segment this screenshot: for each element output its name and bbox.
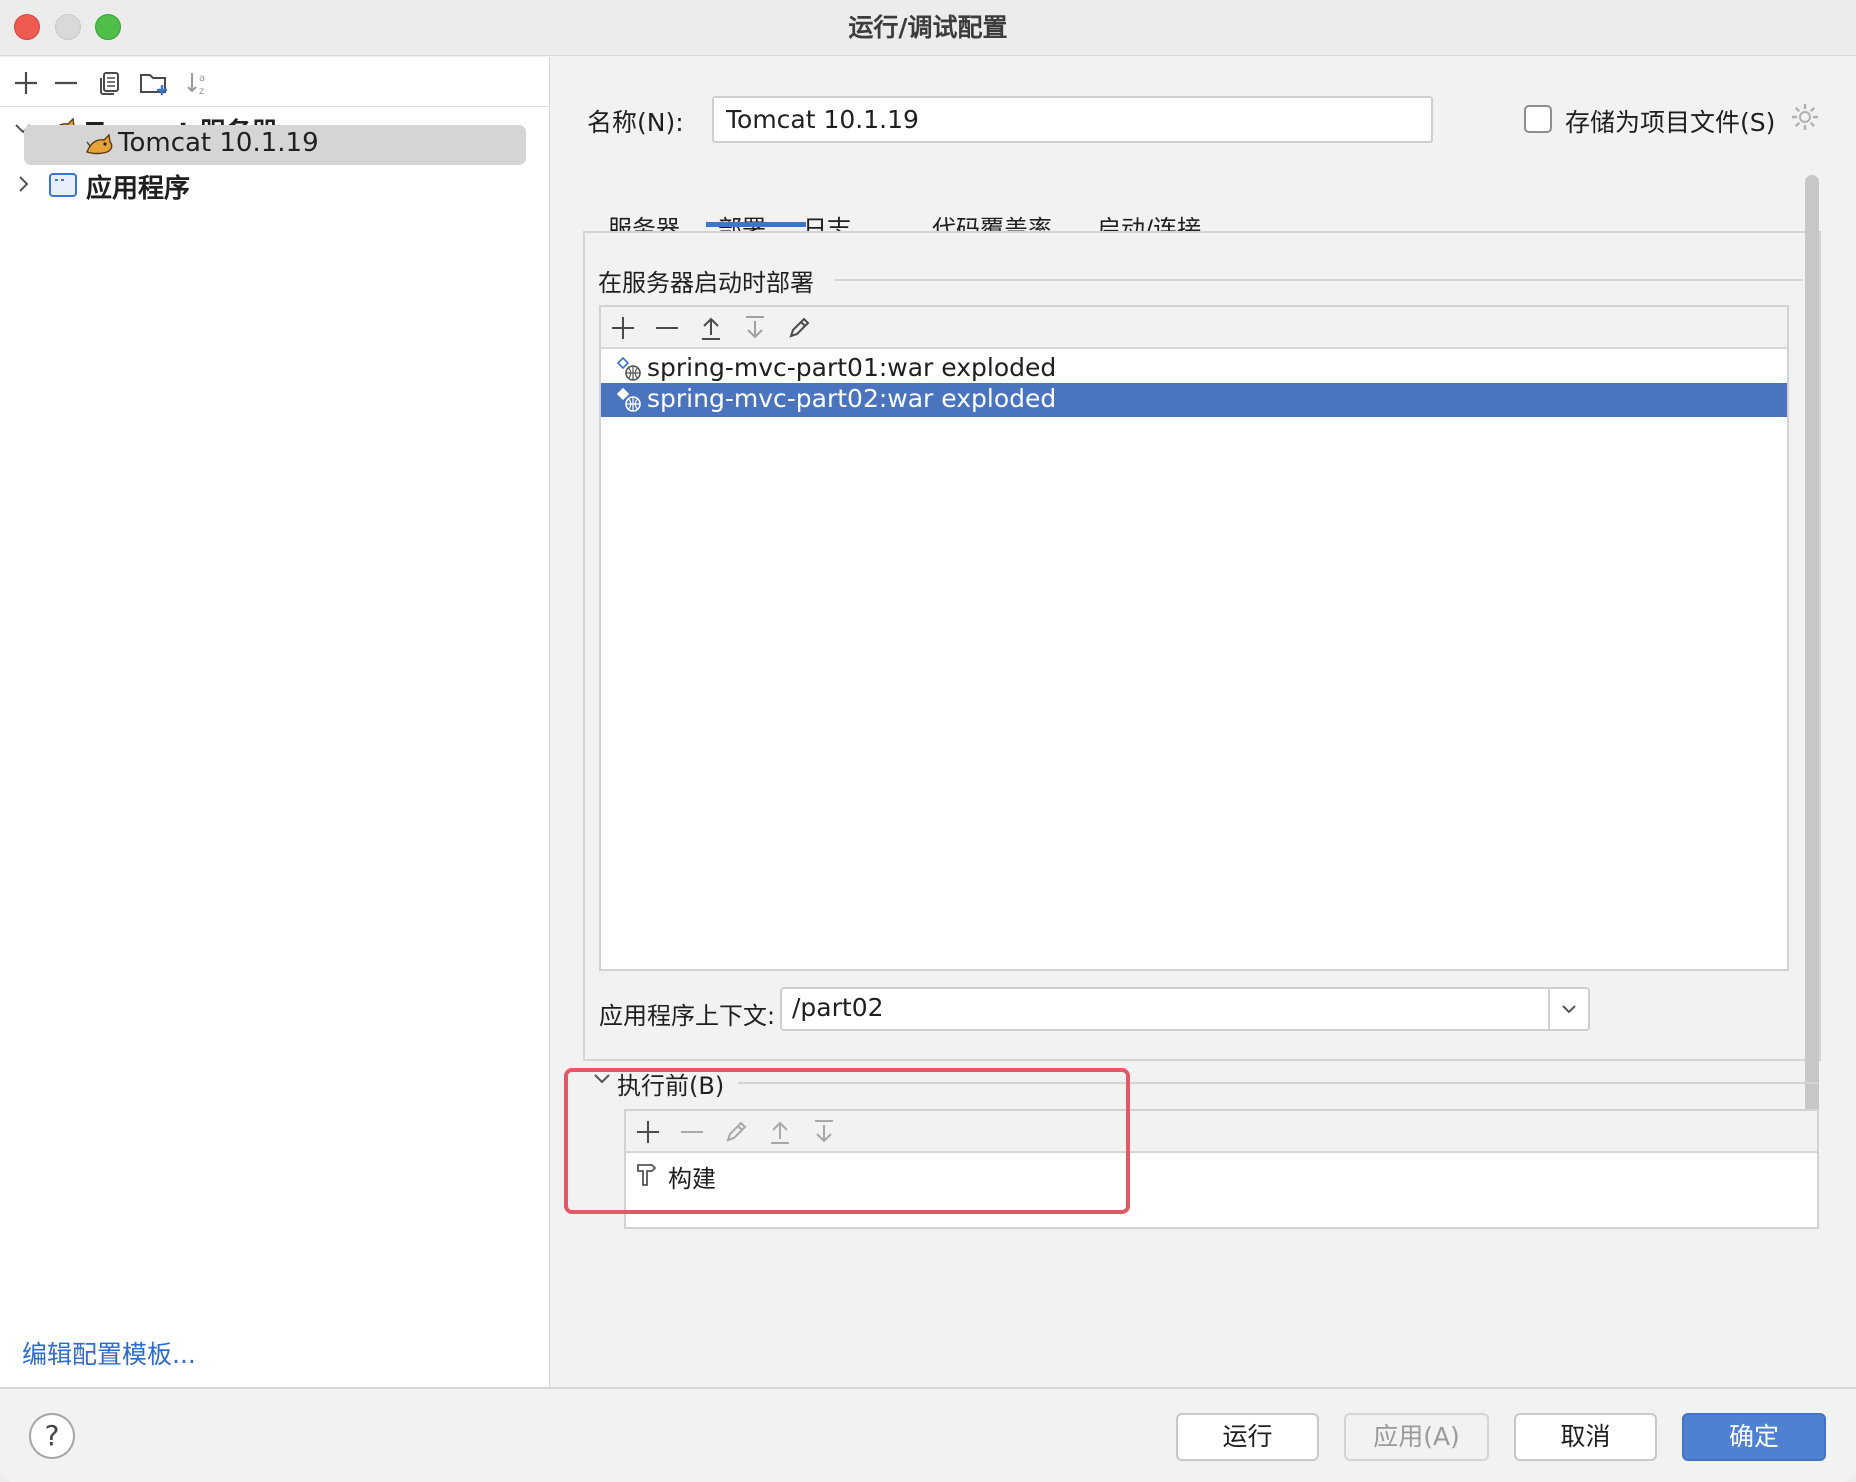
new-folder-button[interactable] — [136, 65, 172, 101]
vertical-scrollbar[interactable] — [1805, 175, 1819, 1211]
move-up-button[interactable] — [693, 311, 729, 345]
config-tabs: 服务器 部署 日志 代码覆盖率 启动/连接 — [551, 172, 1851, 243]
dialog-footer: ? 运行 应用(A) 取消 确定 — [0, 1387, 1856, 1482]
section-divider — [835, 279, 1803, 281]
deploy-section-title: 在服务器启动时部署 — [598, 269, 814, 297]
name-field[interactable]: Tomcat 10.1.19 — [712, 96, 1433, 143]
arrow-up-icon — [702, 317, 720, 340]
sidebar-toolbar: az — [0, 57, 550, 107]
store-as-project-file-label[interactable]: 存储为项目文件(S) — [1565, 103, 1775, 139]
artifact-label: spring-mvc-part01:war exploded — [647, 353, 1057, 382]
sort-az-icon: az — [187, 73, 205, 97]
tree-item-tomcat-10-content[interactable]: Tomcat 10.1.19 — [0, 125, 550, 165]
deployment-panel: 在服务器启动时部署 spring-mvc-part01:war exploded… — [583, 231, 1821, 1061]
ok-button[interactable]: 确定 — [1682, 1413, 1826, 1461]
copy-icon — [100, 72, 119, 95]
cancel-button[interactable]: 取消 — [1514, 1413, 1657, 1461]
tomcat-icon — [86, 133, 113, 155]
svg-text:z: z — [199, 86, 204, 97]
web-artifact-icon — [616, 356, 641, 381]
gear-icon[interactable] — [1789, 101, 1821, 133]
apply-button[interactable]: 应用(A) — [1344, 1413, 1489, 1461]
tree-group-application[interactable]: 应用程序 — [0, 165, 550, 205]
edit-templates-link[interactable]: 编辑配置模板... — [22, 1335, 196, 1371]
annotation-highlight-box — [564, 1068, 1130, 1214]
active-tab-indicator — [706, 222, 806, 227]
tree-item-tomcat-10-label: Tomcat 10.1.19 — [118, 128, 319, 158]
add-config-button[interactable] — [8, 65, 44, 101]
artifact-list: spring-mvc-part01:war exploded spring-mv… — [599, 305, 1789, 971]
app-context-combobox[interactable]: /part02 — [780, 987, 1590, 1031]
store-as-project-file-checkbox[interactable] — [1524, 105, 1552, 133]
app-context-value[interactable]: /part02 — [792, 993, 884, 1022]
window-title: 运行/调试配置 — [848, 13, 1008, 42]
remove-artifact-button[interactable] — [649, 311, 685, 345]
plus-icon — [612, 317, 634, 339]
chevron-down-icon — [1562, 1005, 1576, 1014]
app-context-dropdown-button[interactable] — [1548, 989, 1588, 1029]
configurations-sidebar: az Tomcat 服务器 Tomcat 10.1.19 应用程序 编辑配置模板… — [0, 57, 550, 1387]
edit-artifact-button[interactable] — [781, 311, 817, 345]
artifact-label: spring-mvc-part02:war exploded — [647, 384, 1057, 413]
app-context-label: 应用程序上下文: — [599, 1002, 776, 1030]
name-label: 名称(N): — [587, 108, 684, 137]
run-button[interactable]: 运行 — [1176, 1413, 1319, 1461]
add-artifact-button[interactable] — [605, 311, 641, 345]
tree-group-application-label: 应用程序 — [86, 174, 191, 204]
chevron-right-icon[interactable] — [12, 173, 34, 195]
artifact-list-toolbar — [601, 307, 1787, 349]
folder-plus-icon — [140, 74, 167, 95]
application-icon — [49, 173, 77, 197]
run-debug-config-window: 运行/调试配置 az Tomcat 服务器 — [0, 0, 1856, 1482]
help-button[interactable]: ? — [29, 1413, 75, 1459]
copy-config-button[interactable] — [92, 65, 128, 101]
minus-icon — [55, 81, 77, 85]
minus-icon — [656, 327, 678, 329]
pencil-icon — [789, 317, 810, 338]
move-down-button[interactable] — [737, 311, 773, 345]
remove-config-button[interactable] — [48, 65, 84, 101]
arrow-down-icon — [746, 316, 764, 339]
list-item-selected[interactable]: spring-mvc-part02:war exploded — [601, 383, 1787, 417]
svg-text:a: a — [199, 73, 205, 84]
plus-icon — [15, 72, 37, 94]
title-bar: 运行/调试配置 — [0, 0, 1856, 56]
sort-button[interactable]: az — [180, 65, 216, 101]
web-artifact-icon — [616, 387, 641, 412]
